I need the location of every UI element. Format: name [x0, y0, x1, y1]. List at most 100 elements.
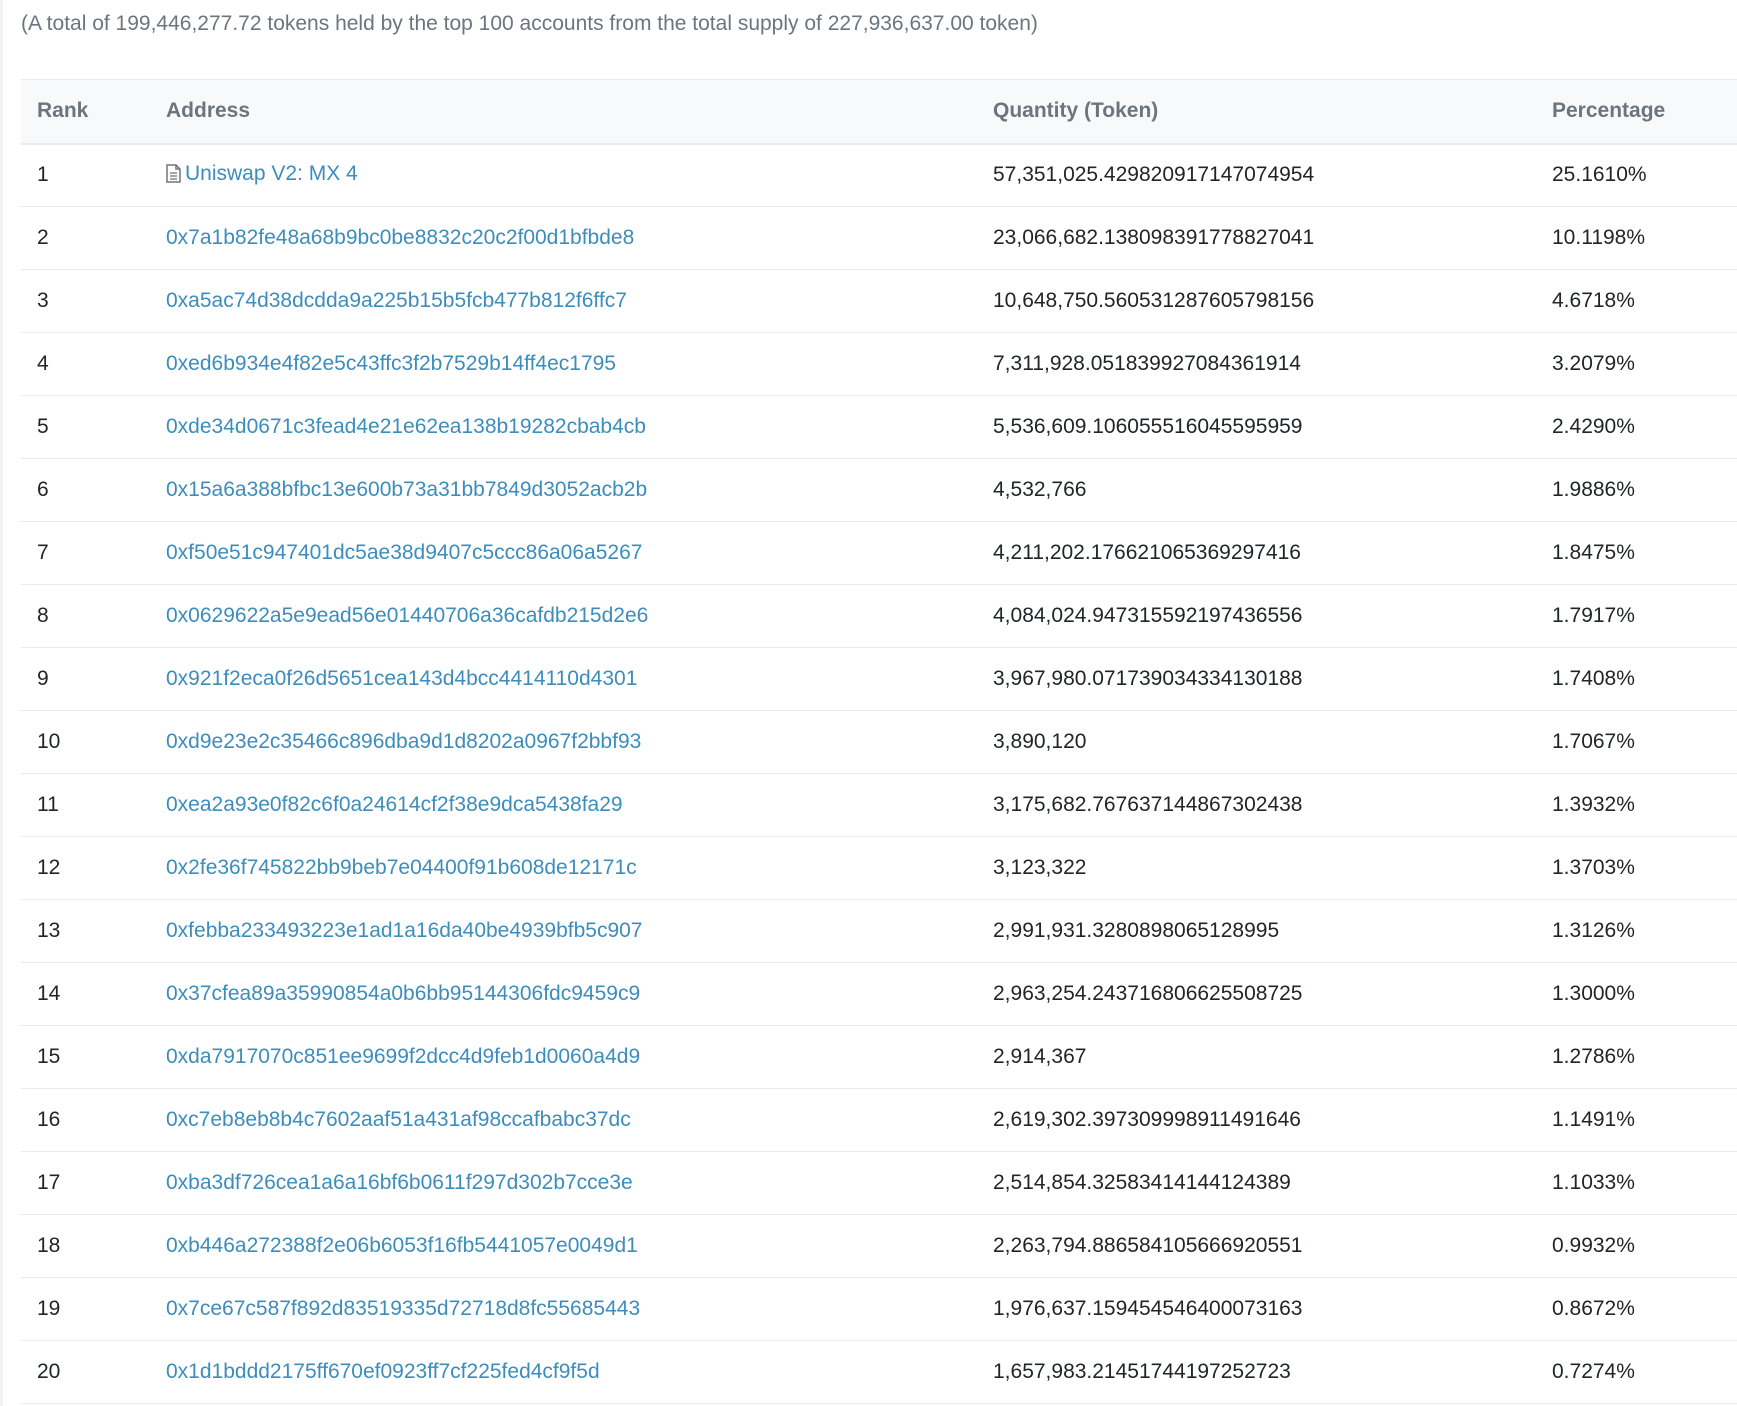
address-link[interactable]: 0xba3df726cea1a6a16bf6b0611f297d302b7cce… [166, 1171, 633, 1194]
table-row: 17 0xba3df726cea1a6a16bf6b0611f297d302b7c… [21, 1152, 1737, 1215]
address-cell: 0xa5ac74d38dcdda9a225b15b5fcb477b812f6ff… [166, 270, 993, 333]
address-link[interactable]: 0xda7917070c851ee9699f2dcc4d9feb1d0060a4… [166, 1045, 640, 1068]
address-link[interactable]: 0xea2a93e0f82c6f0a24614cf2f38e9dca5438fa… [166, 793, 623, 816]
table-row: 18 0xb446a272388f2e06b6053f16fb5441057e00… [21, 1215, 1737, 1278]
rank-cell: 10 [37, 730, 61, 753]
rank-cell: 8 [37, 604, 49, 627]
address-link[interactable]: 0x0629622a5e9ead56e01440706a36cafdb215d2… [166, 604, 648, 627]
percentage-cell: 2.4290% [1552, 415, 1635, 438]
percentage-cell: 1.7067% [1552, 730, 1635, 753]
address-link[interactable]: 0xfebba233493223e1ad1a16da40be4939bfb5c9… [166, 919, 642, 942]
rank-cell: 17 [37, 1171, 61, 1194]
address-link[interactable]: 0x1d1bddd2175ff670ef0923ff7cf225fed4cf9f… [166, 1360, 600, 1383]
file-text-icon [166, 164, 181, 189]
address-link[interactable]: 0x7ce67c587f892d83519335d72718d8fc556854… [166, 1297, 640, 1320]
percentage-cell: 1.2786% [1552, 1045, 1635, 1068]
address-link[interactable]: 0xd9e23e2c35466c896dba9d1d8202a0967f2bbf… [166, 730, 641, 753]
table-row: 20 0x1d1bddd2175ff670ef0923ff7cf225fed4cf… [21, 1341, 1737, 1404]
holders-summary: (A total of 199,446,277.72 tokens held b… [21, 12, 1038, 35]
address-cell: 0x921f2eca0f26d5651cea143d4bcc4414110d43… [166, 648, 993, 711]
quantity-cell: 2,514,854.32583414144124389 [993, 1171, 1291, 1194]
table-row: 14 0x37cfea89a35990854a0b6bb95144306fdc94… [21, 963, 1737, 1026]
percentage-cell: 3.2079% [1552, 352, 1635, 375]
rank-cell: 7 [37, 541, 49, 564]
rank-cell: 9 [37, 667, 49, 690]
quantity-cell: 3,175,682.767637144867302438 [993, 793, 1303, 816]
address-link[interactable]: 0xc7eb8eb8b4c7602aaf51a431af98ccafbabc37… [166, 1108, 631, 1131]
quantity-cell: 5,536,609.106055516045595959 [993, 415, 1303, 438]
quantity-cell: 1,976,637.159454546400073163 [993, 1297, 1303, 1320]
address-link[interactable]: 0x15a6a388bfbc13e600b73a31bb7849d3052acb… [166, 478, 647, 501]
rank-cell: 12 [37, 856, 61, 879]
rank-cell: 16 [37, 1108, 61, 1131]
address-link[interactable]: 0x37cfea89a35990854a0b6bb95144306fdc9459… [166, 982, 640, 1005]
table-row: 3 0xa5ac74d38dcdda9a225b15b5fcb477b812f6f… [21, 270, 1737, 333]
table-row: 8 0x0629622a5e9ead56e01440706a36cafdb215d… [21, 585, 1737, 648]
address-cell: 0xba3df726cea1a6a16bf6b0611f297d302b7cce… [166, 1152, 993, 1215]
quantity-column-header: Quantity (Token) [993, 99, 1159, 123]
address-link[interactable]: 0xed6b934e4f82e5c43ffc3f2b7529b14ff4ec17… [166, 352, 616, 375]
rank-cell: 4 [37, 352, 49, 375]
percentage-cell: 0.8672% [1552, 1297, 1635, 1320]
address-link[interactable]: 0xa5ac74d38dcdda9a225b15b5fcb477b812f6ff… [166, 289, 627, 312]
quantity-cell: 2,991,931.3280898065128995 [993, 919, 1280, 942]
table-row: 9 0x921f2eca0f26d5651cea143d4bcc4414110d4… [21, 648, 1737, 711]
table-row: 2 0x7a1b82fe48a68b9bc0be8832c20c2f00d1bfb… [21, 207, 1737, 270]
rank-cell: 2 [37, 226, 49, 249]
address-cell: 0x37cfea89a35990854a0b6bb95144306fdc9459… [166, 963, 993, 1026]
percentage-cell: 1.7917% [1552, 604, 1635, 627]
address-link[interactable]: Uniswap V2: MX 4 [185, 162, 358, 185]
quantity-cell: 3,967,980.071739034334130188 [993, 667, 1303, 690]
percentage-cell: 1.3126% [1552, 919, 1635, 942]
table-header-row: Rank Address Quantity (Token) Percentage [21, 79, 1737, 144]
quantity-cell: 2,263,794.886584105666920551 [993, 1234, 1303, 1257]
quantity-cell: 23,066,682.138098391778827041 [993, 226, 1315, 249]
table-row: 13 0xfebba233493223e1ad1a16da40be4939bfb5… [21, 900, 1737, 963]
rank-cell: 14 [37, 982, 61, 1005]
table-row: 11 0xea2a93e0f82c6f0a24614cf2f38e9dca5438… [21, 774, 1737, 837]
address-cell: 0xc7eb8eb8b4c7602aaf51a431af98ccafbabc37… [166, 1089, 993, 1152]
percentage-cell: 1.3932% [1552, 793, 1635, 816]
address-cell: 0xde34d0671c3fead4e21e62ea138b19282cbab4… [166, 396, 993, 459]
rank-cell: 13 [37, 919, 61, 942]
percentage-cell: 10.1198% [1552, 226, 1646, 249]
quantity-cell: 2,619,302.397309998911491646 [993, 1108, 1301, 1131]
quantity-cell: 1,657,983.21451744197252723 [993, 1360, 1291, 1383]
quantity-cell: 4,532,766 [993, 478, 1087, 501]
address-link[interactable]: 0xf50e51c947401dc5ae38d9407c5ccc86a06a52… [166, 541, 642, 564]
address-cell: 0xb446a272388f2e06b6053f16fb5441057e0049… [166, 1215, 993, 1278]
quantity-cell: 3,890,120 [993, 730, 1087, 753]
percentage-cell: 1.7408% [1552, 667, 1635, 690]
address-cell: 0xd9e23e2c35466c896dba9d1d8202a0967f2bbf… [166, 711, 993, 774]
percentage-cell: 1.3000% [1552, 982, 1635, 1005]
quantity-cell: 57,351,025.429820917147074954 [993, 163, 1315, 187]
address-column-header: Address [166, 99, 251, 123]
table-row: 1 Uniswap V2: MX 4 57,351,025.429820917147… [21, 144, 1737, 207]
quantity-cell: 4,211,202.176621065369297416 [993, 541, 1301, 564]
rank-cell: 1 [37, 163, 49, 187]
quantity-cell: 7,311,928.051839927084361914 [993, 352, 1301, 375]
rank-cell: 6 [37, 478, 49, 501]
percentage-cell: 4.6718% [1552, 289, 1635, 312]
address-link[interactable]: 0x921f2eca0f26d5651cea143d4bcc4414110d43… [166, 667, 637, 690]
address-cell: 0xea2a93e0f82c6f0a24614cf2f38e9dca5438fa… [166, 774, 993, 837]
address-link[interactable]: 0x7a1b82fe48a68b9bc0be8832c20c2f00d1bfbd… [166, 226, 634, 249]
percentage-cell: 1.9886% [1552, 478, 1635, 501]
address-link[interactable]: 0x2fe36f745822bb9beb7e04400f91b608de1217… [166, 856, 637, 879]
address-link[interactable]: 0xb446a272388f2e06b6053f16fb5441057e0049… [166, 1234, 638, 1257]
address-cell: 0xda7917070c851ee9699f2dcc4d9feb1d0060a4… [166, 1026, 993, 1089]
percentage-cell: 1.1033% [1552, 1171, 1635, 1194]
table-row: 19 0x7ce67c587f892d83519335d72718d8fc5568… [21, 1278, 1737, 1341]
rank-cell: 11 [37, 793, 59, 816]
address-cell: 0x2fe36f745822bb9beb7e04400f91b608de1217… [166, 837, 993, 900]
address-cell: 0xf50e51c947401dc5ae38d9407c5ccc86a06a52… [166, 522, 993, 585]
rank-cell: 20 [37, 1360, 61, 1383]
quantity-cell: 4,084,024.947315592197436556 [993, 604, 1303, 627]
rank-cell: 3 [37, 289, 49, 312]
table-row: 12 0x2fe36f745822bb9beb7e04400f91b608de12… [21, 837, 1737, 900]
percentage-cell: 0.7274% [1552, 1360, 1635, 1383]
address-link[interactable]: 0xde34d0671c3fead4e21e62ea138b19282cbab4… [166, 415, 646, 438]
table-row: 4 0xed6b934e4f82e5c43ffc3f2b7529b14ff4ec1… [21, 333, 1737, 396]
quantity-cell: 2,914,367 [993, 1045, 1087, 1068]
quantity-cell: 10,648,750.560531287605798156 [993, 289, 1315, 312]
